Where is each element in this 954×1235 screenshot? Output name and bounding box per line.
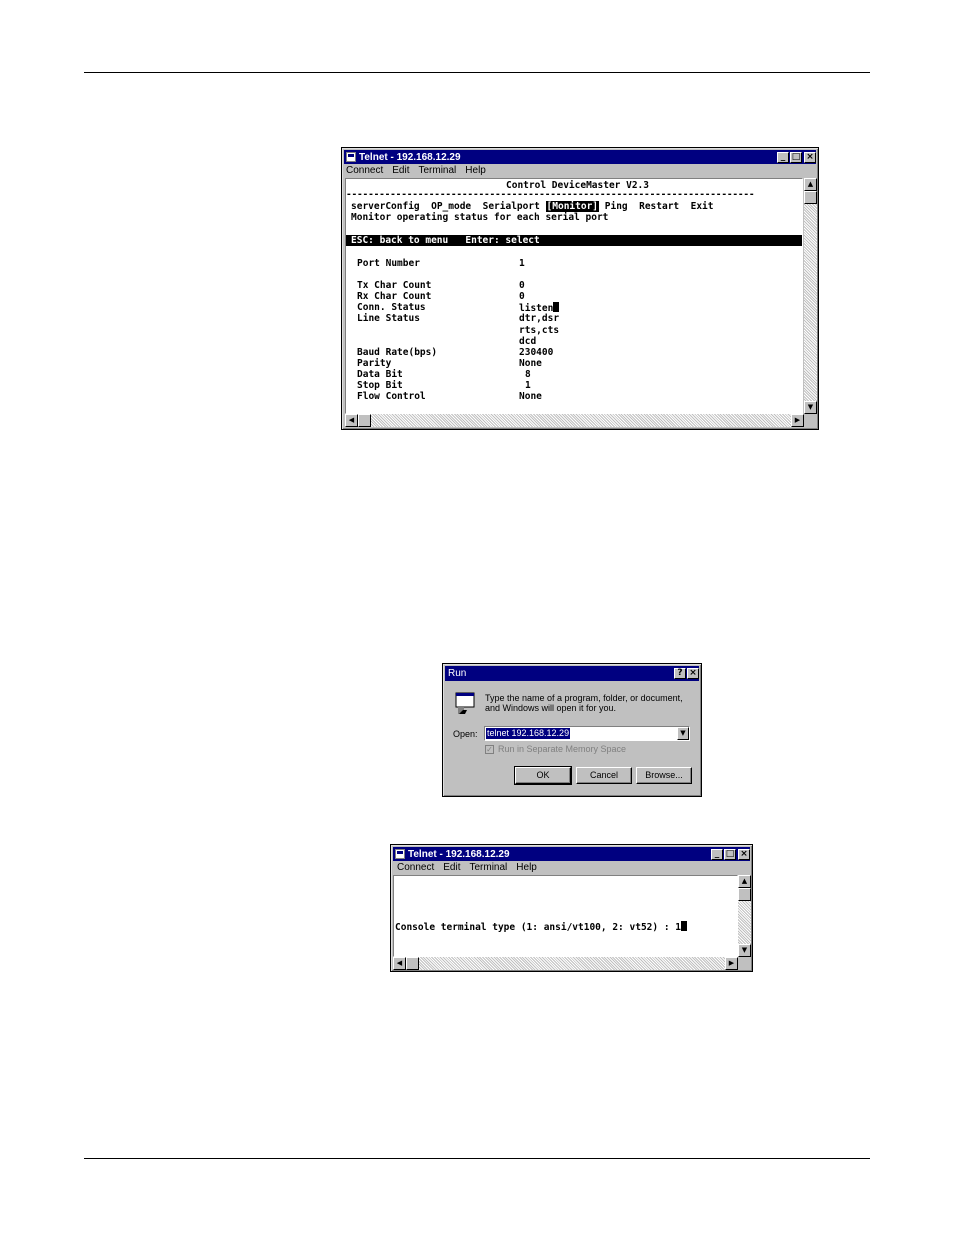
open-combobox[interactable]: telnet 192.168.12.29 ▼ <box>484 726 690 741</box>
maximize-button[interactable]: □ <box>790 151 802 163</box>
menu-terminal[interactable]: Terminal <box>469 862 507 875</box>
vertical-scrollbar[interactable]: ▲ ▼ <box>738 875 751 957</box>
window-title: Telnet - 192.168.12.29 <box>408 848 510 860</box>
menu-help[interactable]: Help <box>465 165 486 178</box>
nav-op-mode[interactable]: OP_mode <box>431 201 471 212</box>
menu-bar: Connect Edit Terminal Help <box>397 862 537 875</box>
menu-help[interactable]: Help <box>516 862 537 875</box>
menu-bar: Connect Edit Terminal Help <box>346 165 486 178</box>
close-button[interactable]: × <box>738 848 750 860</box>
minimize-button[interactable]: _ <box>777 151 789 163</box>
field-label: Parity <box>357 358 392 369</box>
field-label: Conn. Status <box>357 302 426 313</box>
run-description: Type the name of a program, folder, or d… <box>485 693 683 713</box>
field-value: dtr,dsr <box>519 313 560 324</box>
field-value: None <box>519 391 542 402</box>
terminal-area[interactable]: Control DeviceMaster V2.3 --------------… <box>345 178 803 414</box>
field-label: Stop Bit <box>357 380 403 391</box>
title-bar[interactable]: Run ? × <box>445 666 699 681</box>
nav-serialport[interactable]: Serialport <box>483 201 540 212</box>
text-cursor <box>681 921 687 931</box>
title-bar[interactable]: Telnet - 192.168.12.29 _ □ × <box>344 150 816 164</box>
horizontal-scrollbar[interactable]: ◀ ▶ <box>393 957 738 970</box>
field-label: Data Bit <box>357 369 403 380</box>
run-dialog: Run ? × Type the name of a program, fold… <box>442 663 702 797</box>
field-value: 0 <box>519 280 525 291</box>
separate-memory-checkbox[interactable]: ✓ <box>485 745 494 754</box>
nav-monitor[interactable]: [Monitor] <box>545 201 600 212</box>
scroll-thumb[interactable] <box>406 957 419 970</box>
scroll-down-button[interactable]: ▼ <box>738 944 751 957</box>
open-label: Open: <box>453 729 478 739</box>
chevron-down-icon[interactable]: ▼ <box>677 727 689 740</box>
nav-restart[interactable]: Restart <box>639 201 679 212</box>
scroll-left-button[interactable]: ◀ <box>345 414 358 427</box>
nav-exit[interactable]: Exit <box>691 201 714 212</box>
nav-serverconfig[interactable]: serverConfig <box>351 201 420 212</box>
dialog-title: Run <box>448 668 467 679</box>
console-prompt: Console terminal type (1: ansi/vt100, 2:… <box>395 922 676 933</box>
scroll-up-button[interactable]: ▲ <box>738 875 751 888</box>
menu-edit[interactable]: Edit <box>443 862 460 875</box>
field-value: 0 <box>519 291 525 302</box>
separate-memory-label: Run in Separate Memory Space <box>498 744 627 754</box>
field-value: None <box>519 358 542 369</box>
title-bar[interactable]: Telnet - 192.168.12.29 _ □ × <box>393 847 750 861</box>
telnet-app-icon[interactable] <box>395 849 405 859</box>
telnet-app-icon[interactable] <box>346 152 356 162</box>
separator-line: ----------------------------------------… <box>346 189 755 200</box>
scroll-thumb[interactable] <box>804 191 817 204</box>
terminal-area[interactable]: Console terminal type (1: ansi/vt100, 2:… <box>393 875 738 957</box>
console-prompt-line: Console terminal type (1: ansi/vt100, 2:… <box>395 921 687 933</box>
open-input[interactable]: telnet 192.168.12.29 <box>486 728 571 739</box>
field-value: 230400 <box>519 347 554 358</box>
horizontal-scrollbar[interactable]: ◀ ▶ <box>345 414 804 427</box>
field-value: 8 <box>525 369 531 380</box>
field-label: Baud Rate(bps) <box>357 347 438 358</box>
menu-connect[interactable]: Connect <box>397 862 434 875</box>
field-value: rts,cts <box>519 325 560 336</box>
help-button[interactable]: ? <box>674 668 686 679</box>
scroll-up-button[interactable]: ▲ <box>804 178 817 191</box>
window-title: Telnet - 192.168.12.29 <box>359 151 461 163</box>
ok-button[interactable]: OK <box>514 766 572 785</box>
field-value: 1 <box>519 258 525 269</box>
field-label: Rx Char Count <box>357 291 432 302</box>
vertical-scrollbar[interactable]: ▲ ▼ <box>804 178 817 414</box>
status-text: ESC: back to menu Enter: select <box>351 235 540 246</box>
menu-connect[interactable]: Connect <box>346 165 383 178</box>
field-label: Port Number <box>357 258 420 269</box>
scroll-left-button[interactable]: ◀ <box>393 957 406 970</box>
bottom-rule <box>84 1158 870 1159</box>
minimize-button[interactable]: _ <box>711 848 723 860</box>
scroll-right-button[interactable]: ▶ <box>791 414 804 427</box>
field-label: Flow Control <box>357 391 426 402</box>
field-value: 1 <box>525 380 531 391</box>
browse-button[interactable]: Browse... <box>636 767 692 784</box>
nav-description: Monitor operating status for each serial… <box>351 212 609 223</box>
nav-menu: serverConfig OP_mode Serialport [Monitor… <box>351 201 713 212</box>
close-button[interactable]: × <box>687 668 699 679</box>
top-rule <box>84 72 870 73</box>
scroll-thumb[interactable] <box>738 888 751 901</box>
menu-edit[interactable]: Edit <box>392 165 409 178</box>
telnet-console-window: Telnet - 192.168.12.29 _ □ × Connect Edi… <box>390 844 753 972</box>
scroll-right-button[interactable]: ▶ <box>725 957 738 970</box>
cancel-button[interactable]: Cancel <box>576 767 632 784</box>
close-button[interactable]: × <box>804 151 816 163</box>
maximize-button[interactable]: □ <box>724 848 736 860</box>
status-bar: ESC: back to menu Enter: select <box>346 235 802 246</box>
text-cursor <box>553 302 560 312</box>
scroll-thumb[interactable] <box>358 414 371 427</box>
telnet-monitor-window: Telnet - 192.168.12.29 _ □ × Connect Edi… <box>341 147 819 430</box>
run-program-icon <box>455 692 477 716</box>
menu-terminal[interactable]: Terminal <box>418 165 456 178</box>
field-label: Line Status <box>357 313 420 324</box>
field-value: dcd <box>519 336 537 347</box>
scroll-down-button[interactable]: ▼ <box>804 401 817 414</box>
field-label: Tx Char Count <box>357 280 432 291</box>
nav-ping[interactable]: Ping <box>605 201 628 212</box>
